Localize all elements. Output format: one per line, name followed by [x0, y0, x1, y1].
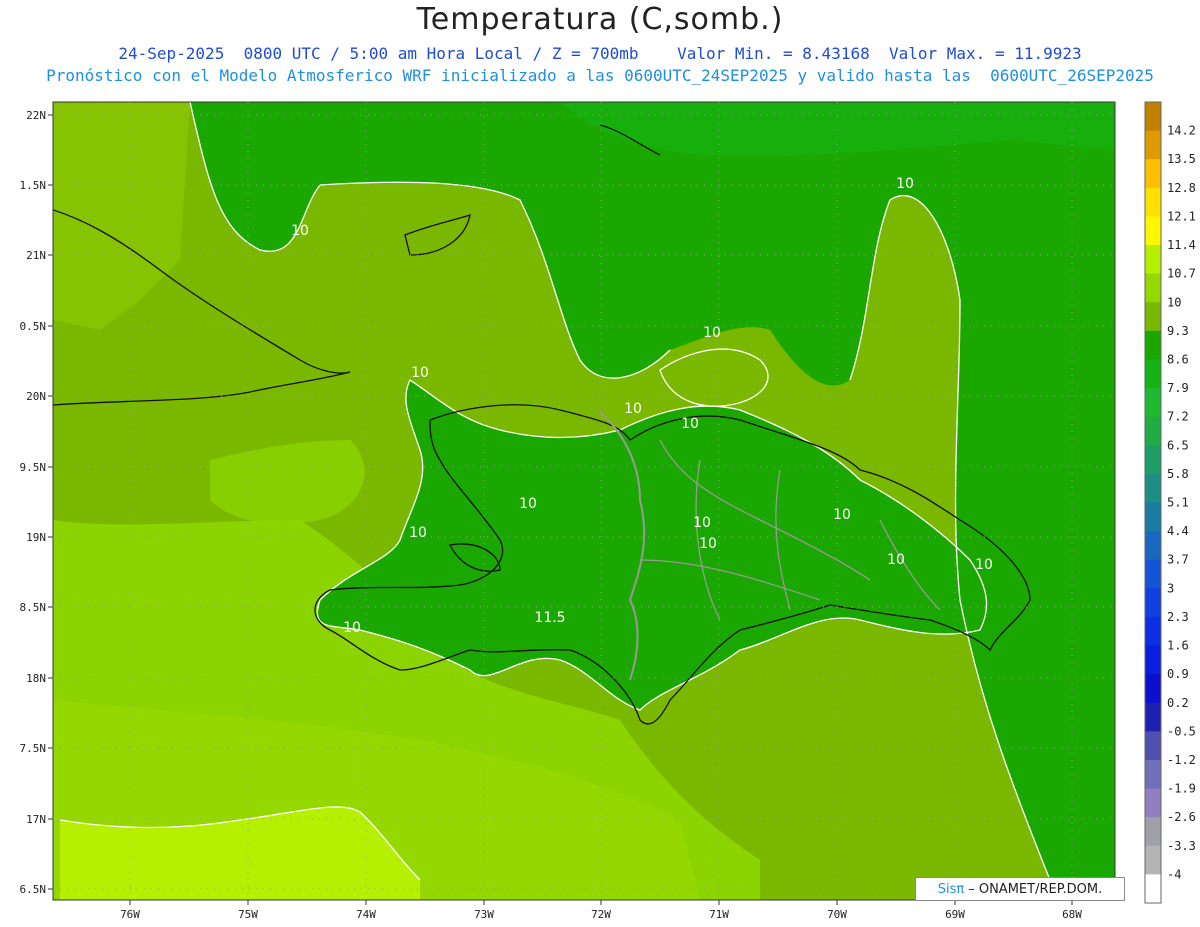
- colorbar-swatch: [1145, 159, 1161, 189]
- colorbar-swatch: [1145, 216, 1161, 246]
- lon-tick-label: 76W: [120, 908, 140, 921]
- lon-tick-label: 73W: [474, 908, 494, 921]
- colorbar-label: 0.9: [1167, 667, 1189, 681]
- colorbar-swatch: [1145, 187, 1161, 217]
- lon-tick-label: 69W: [945, 908, 965, 921]
- contour-label: 11.5: [534, 610, 565, 626]
- colorbar-swatch: [1145, 531, 1161, 561]
- lat-tick-label: 19N: [26, 531, 46, 544]
- colorbar-swatch: [1145, 416, 1161, 446]
- contour-label: 10: [411, 365, 429, 381]
- lon-tick-label: 70W: [827, 908, 847, 921]
- contour-label: 10: [693, 515, 711, 531]
- colorbar-label: -3.3: [1167, 839, 1196, 853]
- credit-brand: Sisπ: [937, 881, 965, 897]
- lat-tick-label: 6.5N: [20, 883, 47, 896]
- colorbar-label: 5.1: [1167, 496, 1189, 510]
- colorbar-label: 0.2: [1167, 696, 1189, 710]
- contour-label: 10: [896, 176, 914, 192]
- colorbar-swatch: [1145, 102, 1161, 132]
- lat-tick-label: 22N: [26, 109, 46, 122]
- colorbar-legend: 14.2 13.5 12.8 12.1 11.4 10.7 10 9.3 8.6 7.9 7.2 6.…: [1144, 101, 1196, 904]
- contour-label: 10: [624, 401, 642, 417]
- lat-tick-label: 20N: [26, 390, 46, 403]
- colorbar-swatch: [1145, 245, 1161, 275]
- contour-label: 10: [887, 552, 905, 568]
- colorbar-swatch: [1145, 731, 1161, 761]
- colorbar-swatch: [1145, 130, 1161, 160]
- contour-label: 10: [703, 325, 721, 341]
- credit-org: – ONAMET/REP.DOM.: [968, 881, 1103, 897]
- colorbar-swatch: [1145, 759, 1161, 790]
- lat-tick-label: 9.5N: [20, 461, 47, 474]
- colorbar-label: 1.6: [1167, 639, 1189, 653]
- colorbar-swatch: [1145, 588, 1161, 618]
- colorbar-label: 12.1: [1167, 209, 1196, 223]
- contour-label: 10: [699, 536, 717, 552]
- colorbar-swatch: [1145, 616, 1161, 647]
- colorbar-label: -4: [1167, 867, 1181, 881]
- colorbar-label: 11.4: [1167, 238, 1196, 252]
- contour-label: 10: [343, 620, 361, 636]
- colorbar-swatch: [1145, 817, 1161, 847]
- colorbar-swatch: [1145, 502, 1161, 532]
- colorbar-label: 6.5: [1167, 438, 1189, 452]
- colorbar-swatch: [1145, 359, 1161, 389]
- lon-tick-label: 71W: [709, 908, 729, 921]
- shaded-field: [53, 102, 1115, 900]
- colorbar-swatch: [1145, 445, 1161, 475]
- colorbar-label: -1.2: [1167, 753, 1196, 767]
- colorbar-label: 13.5: [1167, 152, 1196, 166]
- colorbar-label: -0.5: [1167, 724, 1196, 738]
- colorbar-swatch: [1145, 845, 1161, 875]
- colorbar-swatch: [1145, 330, 1161, 360]
- colorbar-label: 2.3: [1167, 610, 1189, 624]
- colorbar-label: 3.7: [1167, 553, 1189, 567]
- colorbar-label: 10: [1167, 295, 1181, 309]
- colorbar-swatch: [1145, 788, 1161, 818]
- colorbar-label: 7.2: [1167, 410, 1189, 424]
- colorbar-label: 3: [1167, 581, 1174, 595]
- lat-tick-label: 8.5N: [20, 601, 47, 614]
- lat-tick-label: 17N: [26, 813, 46, 826]
- colorbar-label: -2.6: [1167, 810, 1196, 824]
- lat-tick-label: 1.5N: [20, 179, 47, 192]
- colorbar-swatch: [1145, 559, 1161, 589]
- lon-tick-label: 72W: [591, 908, 611, 921]
- temperature-map: 76W 75W 74W 73W 72W 71W 70W 69W 68W 22N 1.5N 21N 0.…: [20, 101, 1196, 921]
- lat-tick-label: 7.5N: [20, 742, 47, 755]
- colorbar-swatch: [1145, 874, 1161, 904]
- colorbar-swatch: [1145, 645, 1161, 675]
- colorbar-label: 12.8: [1167, 181, 1196, 195]
- latitude-axis: 22N 1.5N 21N 0.5N 20N 9.5N 19N 8.5N 18N 7.5N 17N 6.…: [20, 109, 53, 896]
- contour-label: 10: [519, 496, 537, 512]
- colorbar-swatch: [1145, 702, 1161, 732]
- contour-label: 10: [681, 416, 699, 432]
- colorbar-swatch: [1145, 388, 1161, 418]
- lon-tick-label: 74W: [356, 908, 376, 921]
- contour-label: 10: [409, 525, 427, 541]
- credit-box: Sisπ – ONAMET/REP.DOM.: [915, 877, 1125, 901]
- colorbar-swatch: [1145, 674, 1161, 704]
- colorbar-label: 9.3: [1167, 324, 1189, 338]
- contour-label: 10: [975, 557, 993, 573]
- colorbar-label: 8.6: [1167, 352, 1189, 366]
- colorbar-swatch: [1145, 273, 1161, 303]
- colorbar-label: 5.8: [1167, 467, 1189, 481]
- lon-tick-label: 68W: [1062, 908, 1082, 921]
- lat-tick-label: 21N: [26, 249, 46, 262]
- lat-tick-label: 18N: [26, 672, 46, 685]
- colorbar-label: 7.9: [1167, 381, 1189, 395]
- colorbar-label: 14.2: [1167, 124, 1196, 138]
- colorbar-label: 4.4: [1167, 524, 1189, 538]
- colorbar-swatch: [1145, 473, 1161, 503]
- colorbar-label: 10.7: [1167, 267, 1196, 281]
- contour-label: 10: [833, 507, 851, 523]
- lat-tick-label: 0.5N: [20, 320, 47, 333]
- lon-tick-label: 75W: [238, 908, 258, 921]
- colorbar-label: -1.9: [1167, 782, 1196, 796]
- contour-label: 10: [291, 223, 309, 239]
- longitude-axis: 76W 75W 74W 73W 72W 71W 70W 69W 68W: [120, 900, 1082, 921]
- colorbar-swatch: [1145, 302, 1161, 332]
